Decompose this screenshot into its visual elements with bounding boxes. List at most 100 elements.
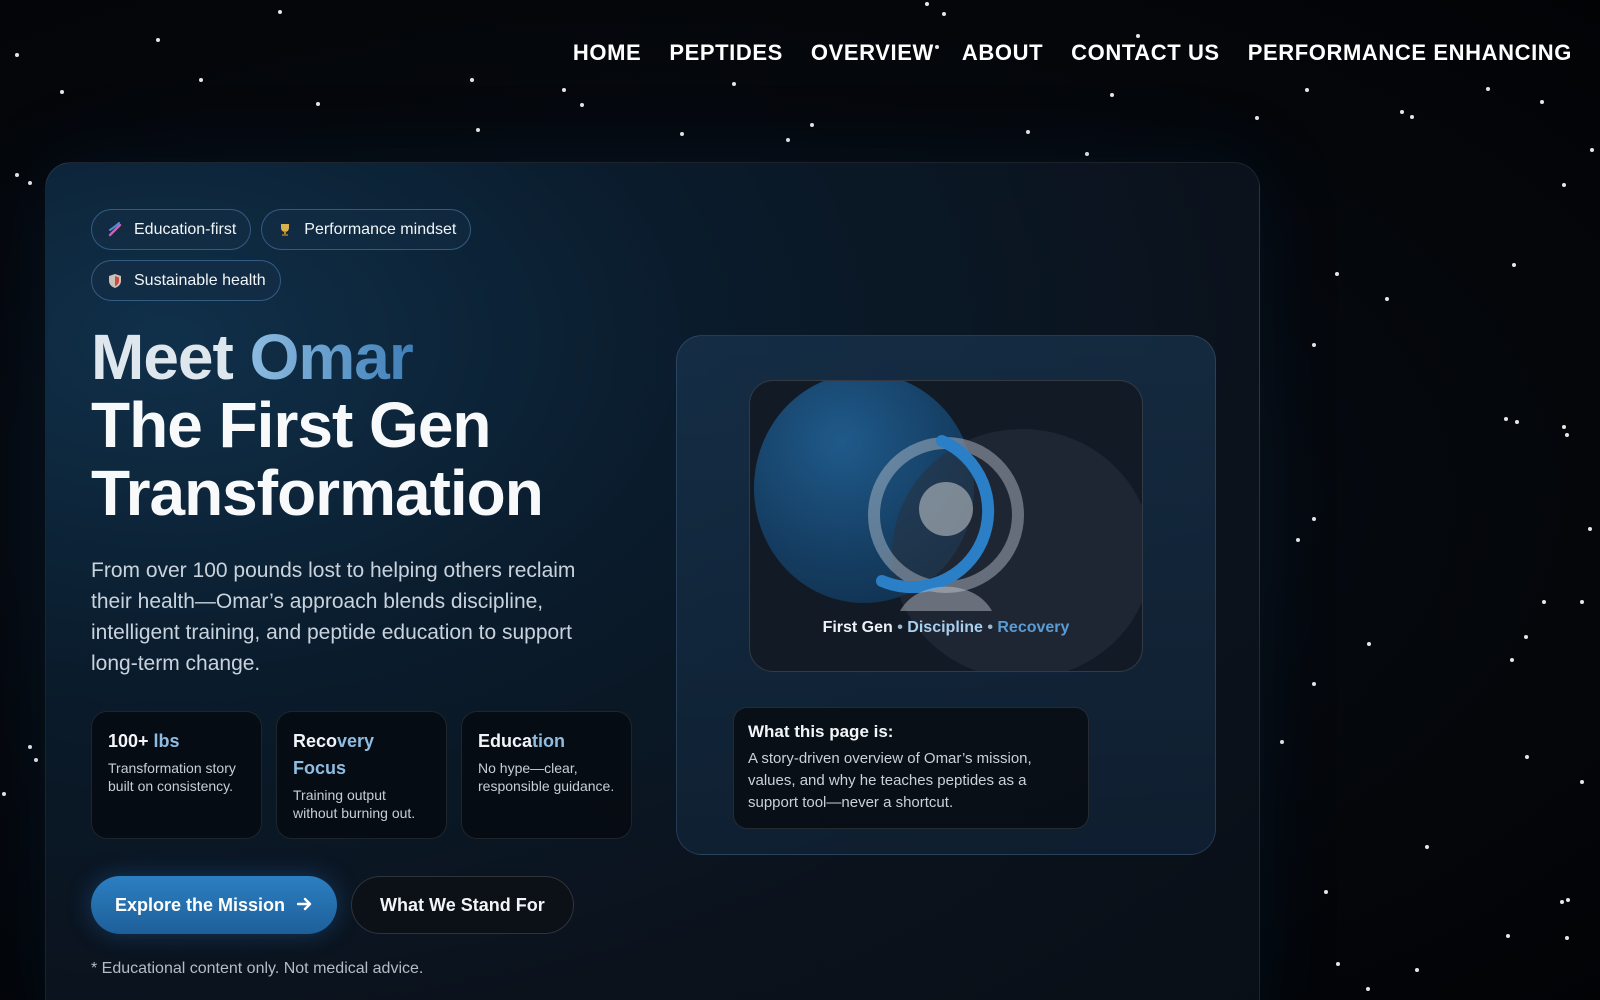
nav-peptides[interactable]: PEPTIDES [669, 40, 783, 66]
star [1255, 116, 1259, 120]
star [1565, 433, 1569, 437]
pill-label: Sustainable health [134, 271, 266, 289]
star [1400, 110, 1404, 114]
star [1486, 87, 1490, 91]
star [156, 38, 160, 42]
visual-caption: First Gen • Discipline • Recovery [822, 619, 1070, 636]
star [1280, 740, 1284, 744]
title-line2: The First Gen [91, 389, 491, 461]
star [1562, 425, 1566, 429]
button-label: Explore the Mission [115, 894, 286, 915]
stat-text: Transformation story built on consistenc… [108, 760, 236, 794]
star [1580, 780, 1584, 784]
pill-label: Education-first [134, 220, 237, 238]
star [34, 758, 38, 762]
star [1410, 115, 1414, 119]
arrow-right-icon [296, 895, 313, 916]
star [1542, 600, 1546, 604]
pill-label: Performance mindset [304, 220, 457, 238]
star [1415, 968, 1419, 972]
star [1110, 93, 1114, 97]
star [15, 173, 19, 177]
star [942, 12, 946, 16]
star [1504, 417, 1508, 421]
star [2, 792, 6, 796]
star [1136, 34, 1140, 38]
pill-education-first: Education-first [91, 209, 252, 250]
star [1566, 898, 1570, 902]
info-text: A story-driven overview of Omar’s missio… [748, 750, 1032, 811]
hero-card: Education-first Performance mindset Sust… [45, 162, 1260, 1000]
shield-icon [106, 272, 124, 290]
star [1324, 890, 1328, 894]
star [1524, 635, 1528, 639]
star [1296, 538, 1300, 542]
stat-text: No hype—clear, responsible guidance. [478, 760, 615, 794]
pill-performance-mindset: Performance mindset [261, 209, 472, 250]
star [316, 102, 320, 106]
title-meet: Meet [91, 321, 234, 393]
trophy-icon [276, 221, 294, 239]
explore-mission-button[interactable]: Explore the Mission [91, 876, 338, 934]
dna-icon [106, 221, 124, 239]
star [1336, 962, 1340, 966]
star [1540, 100, 1544, 104]
visual-panel: First Gen • Discipline • Recovery What t… [676, 335, 1216, 855]
cta-buttons: Explore the Mission What We Stand For [91, 876, 574, 934]
star [199, 78, 203, 82]
star [1385, 297, 1389, 301]
star [562, 88, 566, 92]
star [580, 103, 584, 107]
star [732, 82, 736, 86]
star [1312, 343, 1316, 347]
nav-home[interactable]: HOME [573, 40, 641, 66]
disclaimer: * Educational content only. Not medical … [91, 960, 424, 977]
star [1580, 600, 1584, 604]
star [680, 132, 684, 136]
brand-visual: First Gen • Discipline • Recovery [749, 380, 1143, 672]
star [1510, 658, 1514, 662]
star [1366, 987, 1370, 991]
stat-title: Recovery Focus [293, 731, 375, 778]
nav-contact-us[interactable]: CONTACT US [1071, 40, 1220, 66]
nav-overview[interactable]: OVERVIEW [811, 40, 934, 66]
star [28, 181, 32, 185]
star [15, 53, 19, 57]
star [1588, 527, 1592, 531]
star [925, 2, 929, 6]
title-name: Omar [249, 321, 414, 393]
star [786, 138, 790, 142]
star [1562, 183, 1566, 187]
stat-title: 100+ lbs [108, 731, 180, 751]
star [1560, 900, 1564, 904]
star [1590, 148, 1594, 152]
page-info-box: What this page is: A story-driven overvi… [733, 707, 1089, 829]
tag-pills: Education-first Performance mindset Sust… [91, 209, 611, 301]
hero-description: From over 100 pounds lost to helping oth… [91, 559, 576, 675]
star [476, 128, 480, 132]
star [1565, 936, 1569, 940]
star [1312, 682, 1316, 686]
star [810, 123, 814, 127]
stat-card-recovery: Recovery Focus Training output without b… [276, 711, 447, 839]
nav-about[interactable]: ABOUT [962, 40, 1043, 66]
star [1506, 934, 1510, 938]
star [278, 10, 282, 14]
stat-text: Training output without burning out. [293, 787, 416, 821]
stat-cards: 100+ lbs Transformation story built on c… [91, 711, 632, 839]
star [1026, 130, 1030, 134]
star [1515, 420, 1519, 424]
nav-performance-enhancing[interactable]: PERFORMANCE ENHANCING [1248, 40, 1572, 66]
what-we-stand-for-button[interactable]: What We Stand For [351, 876, 574, 934]
star [1512, 263, 1516, 267]
stat-card-weight: 100+ lbs Transformation story built on c… [91, 711, 262, 839]
star [1305, 88, 1309, 92]
star [60, 90, 64, 94]
star [1085, 152, 1089, 156]
star [470, 78, 474, 82]
star [1425, 845, 1429, 849]
top-nav: HOME PEPTIDES OVERVIEW ABOUT CONTACT US … [573, 40, 1572, 66]
info-title: What this page is: [748, 722, 894, 741]
star [1367, 642, 1371, 646]
page: HOME PEPTIDES OVERVIEW ABOUT CONTACT US … [0, 0, 1600, 1000]
